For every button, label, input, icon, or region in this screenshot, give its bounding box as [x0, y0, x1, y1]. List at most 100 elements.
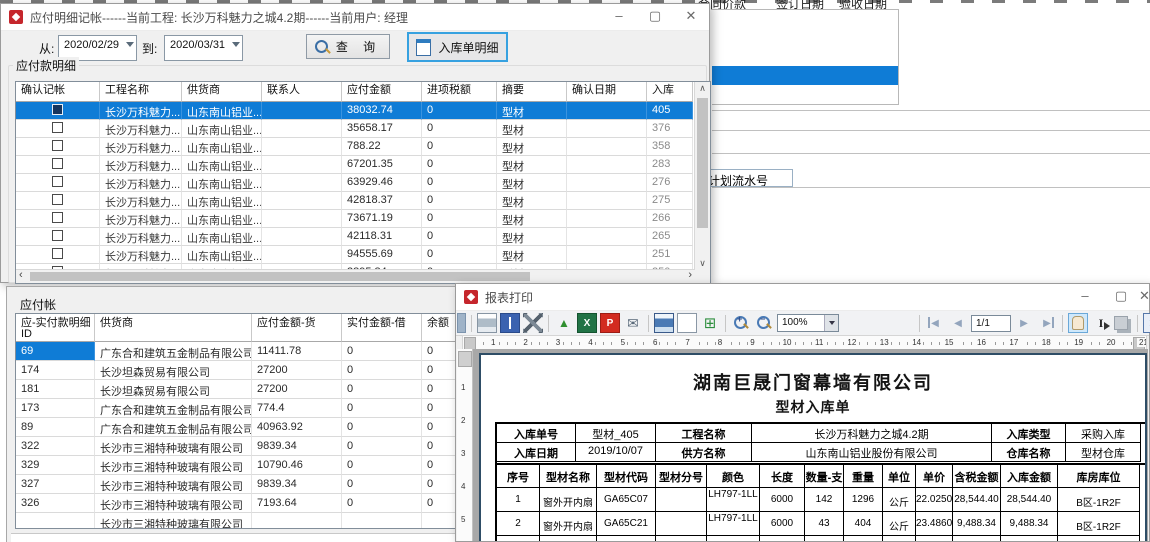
- table-row-cell[interactable]: 322: [16, 437, 95, 456]
- table-row-cell[interactable]: 长沙万科魅力...: [100, 156, 182, 174]
- scroll-down-icon[interactable]: ∨: [695, 257, 710, 270]
- page-number-input[interactable]: 1/1: [971, 315, 1011, 332]
- table-row-cell[interactable]: 山东南山铝业...: [182, 156, 262, 174]
- table-row-cell[interactable]: 0: [342, 399, 422, 418]
- bg-grid-cell[interactable]: [835, 9, 899, 29]
- table-row-cell[interactable]: 0: [422, 246, 497, 264]
- page-setup-icon[interactable]: [677, 313, 697, 333]
- bg-grid-cell[interactable]: [835, 47, 899, 67]
- table-row-cell[interactable]: 73671.19: [342, 210, 422, 228]
- table-row-cell[interactable]: 788.22: [342, 138, 422, 156]
- column-header[interactable]: 确认日期: [567, 82, 647, 102]
- table-row-cell[interactable]: 27200: [252, 361, 342, 380]
- table-row-cell[interactable]: 长沙市三湘特种玻璃有限公司: [95, 437, 252, 456]
- table-row-cell[interactable]: 276: [647, 174, 693, 192]
- table-row-cell[interactable]: [567, 192, 647, 210]
- table-row-cell[interactable]: 9839.34: [252, 475, 342, 494]
- bg-grid-cell[interactable]: [835, 66, 899, 86]
- send-mail-icon[interactable]: ✉: [623, 313, 643, 333]
- table-row-cell[interactable]: 型材: [497, 210, 567, 228]
- table-row-cell[interactable]: 0: [422, 156, 497, 174]
- table-row-cell[interactable]: 0: [342, 342, 422, 361]
- table-row-cell[interactable]: 0: [422, 120, 497, 138]
- bg-grid-cell[interactable]: [712, 85, 773, 105]
- table-row-cell[interactable]: [262, 246, 342, 264]
- confirm-checkbox[interactable]: [52, 212, 63, 223]
- bg-grid-cell[interactable]: [772, 85, 836, 105]
- table-row-cell[interactable]: 283: [647, 156, 693, 174]
- confirm-checkbox[interactable]: [52, 104, 63, 115]
- table-row-cell[interactable]: 0: [422, 102, 497, 120]
- table-row-cell[interactable]: 329: [16, 456, 95, 475]
- table-row-cell[interactable]: 275: [647, 192, 693, 210]
- maximize-icon[interactable]: ▢: [1103, 284, 1139, 310]
- to-date-select[interactable]: 2020/03/31: [164, 35, 243, 61]
- table-row-cell[interactable]: 型材: [497, 120, 567, 138]
- confirm-checkbox[interactable]: [52, 194, 63, 205]
- report-window-titlebar[interactable]: 报表打印 – ▢ ✕: [456, 284, 1149, 311]
- export-pdf-icon[interactable]: P: [600, 313, 620, 333]
- table-row-cell[interactable]: [567, 228, 647, 246]
- table-row-cell[interactable]: [16, 246, 100, 264]
- bg-grid-cell[interactable]: [712, 47, 773, 67]
- copy-page-icon[interactable]: [1114, 316, 1128, 330]
- table-row-cell[interactable]: 0: [342, 361, 422, 380]
- bg-grid-cell[interactable]: [712, 66, 773, 86]
- bg-grid-cell[interactable]: [835, 28, 899, 48]
- table-row-cell[interactable]: [16, 192, 100, 210]
- table-row-cell[interactable]: 266: [647, 210, 693, 228]
- bg-grid-cell[interactable]: [712, 28, 773, 48]
- table-row-cell[interactable]: 型材: [497, 102, 567, 120]
- table-row-cell[interactable]: 长沙万科魅力...: [100, 246, 182, 264]
- column-header[interactable]: 应付金额: [342, 82, 422, 102]
- table-row-cell[interactable]: [16, 102, 100, 120]
- column-header[interactable]: 供货商: [95, 314, 252, 342]
- table-row-cell[interactable]: 长沙万科魅力...: [100, 210, 182, 228]
- table-row-cell[interactable]: 长沙万科魅力...: [100, 228, 182, 246]
- zoom-in-icon[interactable]: [731, 313, 751, 333]
- table-row-cell[interactable]: [567, 120, 647, 138]
- table-row-cell[interactable]: 长沙坦森贸易有限公司: [95, 380, 252, 399]
- column-header[interactable]: 入库: [647, 82, 693, 102]
- table-row-cell[interactable]: 山东南山铝业...: [182, 210, 262, 228]
- column-header[interactable]: 进项税额: [422, 82, 497, 102]
- table-row-cell[interactable]: 山东南山铝业...: [182, 138, 262, 156]
- confirm-checkbox[interactable]: [52, 248, 63, 259]
- table-row-cell[interactable]: 326: [16, 494, 95, 513]
- table-row-cell[interactable]: 广东合和建筑五金制品有限公司: [95, 342, 252, 361]
- close-preview-icon[interactable]: ✕: [1143, 313, 1150, 333]
- column-header[interactable]: 摘要: [497, 82, 567, 102]
- table-row-cell[interactable]: 0: [342, 437, 422, 456]
- table-row-cell[interactable]: 327: [16, 475, 95, 494]
- table-row-cell[interactable]: 42818.37: [342, 192, 422, 210]
- maximize-icon[interactable]: ▢: [637, 4, 673, 30]
- table-row-cell[interactable]: 0: [422, 228, 497, 246]
- table-row-cell[interactable]: 0: [422, 192, 497, 210]
- table-row-cell[interactable]: 型材: [497, 156, 567, 174]
- table-row-cell[interactable]: 0: [342, 380, 422, 399]
- close-icon[interactable]: ✕: [673, 4, 709, 30]
- table-row-cell[interactable]: [262, 102, 342, 120]
- table-row-cell[interactable]: [567, 156, 647, 174]
- table-row-cell[interactable]: 63929.46: [342, 174, 422, 192]
- table-row-cell[interactable]: [262, 228, 342, 246]
- table-row-cell[interactable]: 长沙万科魅力...: [100, 174, 182, 192]
- hand-tool-icon[interactable]: [1068, 313, 1088, 333]
- table-row-cell[interactable]: 35658.17: [342, 120, 422, 138]
- table-row-cell[interactable]: 长沙市三湘特种玻璃有限公司: [95, 475, 252, 494]
- zoom-level-select[interactable]: 100%: [777, 314, 839, 332]
- scroll-left-icon[interactable]: ‹: [19, 269, 23, 281]
- zoom-out-icon[interactable]: [754, 313, 774, 333]
- export-excel-icon[interactable]: X: [577, 313, 597, 333]
- confirm-checkbox[interactable]: [52, 230, 63, 241]
- table-row-cell[interactable]: 38032.74: [342, 102, 422, 120]
- table-row-cell[interactable]: [567, 102, 647, 120]
- chevron-down-icon[interactable]: [824, 315, 838, 331]
- table-row-cell[interactable]: [262, 210, 342, 228]
- bg-grid-cell[interactable]: [772, 28, 836, 48]
- table-row-cell[interactable]: 40963.92: [252, 418, 342, 437]
- table-row-cell[interactable]: 67201.35: [342, 156, 422, 174]
- table-row-cell[interactable]: [262, 156, 342, 174]
- table-row-cell[interactable]: 42118.31: [342, 228, 422, 246]
- print-setup-icon[interactable]: [654, 313, 674, 333]
